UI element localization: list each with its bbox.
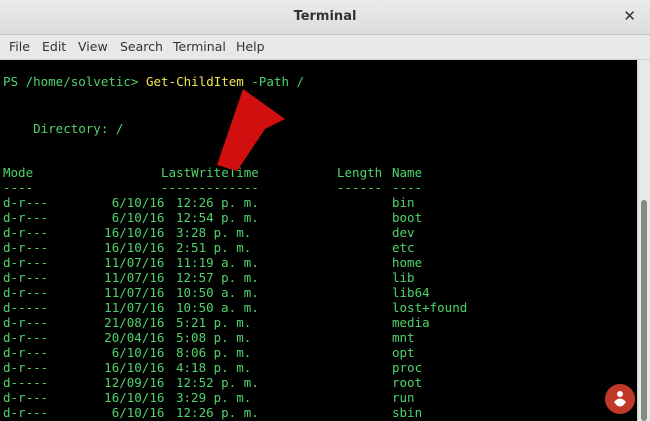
solvetic-logo [605,384,635,414]
row-time: 4:18 p. m. [176,360,252,375]
row-name: boot [392,210,423,225]
row-time: 12:54 p. m. [176,210,259,225]
row-time: 3:29 p. m. [176,390,252,405]
row-time: 10:50 a. m. [176,285,259,300]
row-time: 5:08 p. m. [176,330,252,345]
row-time: 8:06 p. m. [176,345,252,360]
sep-lastwritetime: ------------- [161,180,259,195]
row-mode: d-r--- [3,390,49,405]
row-date: 11/07/16 [104,285,165,300]
row-date: 12/09/16 [104,375,165,390]
command-args: -Path / [243,74,305,89]
row-mode: d-r--- [3,330,49,345]
row-name: etc [392,240,415,255]
sep-length: ------ [337,180,383,195]
row-name: lib [392,270,415,285]
row-name: home [392,255,423,270]
header-length: Length [337,165,383,180]
close-icon[interactable]: ✕ [623,8,636,24]
sep-mode: ---- [3,180,34,195]
terminal-output[interactable]: PS /home/solvetic> Get-ChildItem -Path /… [0,60,638,421]
row-mode: d----- [3,300,49,315]
row-mode: d-r--- [3,285,49,300]
scrollbar[interactable] [637,60,650,421]
menu-help[interactable]: Help [236,39,265,54]
row-date: 6/10/16 [111,345,165,360]
row-date: 6/10/16 [111,405,165,420]
row-time: 2:51 p. m. [176,240,252,255]
row-time: 11:19 a. m. [176,255,259,270]
row-time: 12:26 p. m. [176,195,259,210]
menubar: File Edit View Search Terminal Help [0,35,650,60]
row-date: 21/08/16 [104,315,165,330]
menu-view[interactable]: View [78,39,108,54]
row-mode: d-r--- [3,195,49,210]
row-mode: d-r--- [3,255,49,270]
header-mode: Mode [3,165,34,180]
row-time: 5:21 p. m. [176,315,252,330]
row-date: 6/10/16 [111,195,165,210]
row-name: mnt [392,330,415,345]
row-name: root [392,375,423,390]
terminal-window: Terminal ✕ File Edit View Search Termina… [0,0,650,421]
row-mode: d----- [3,375,49,390]
row-date: 20/04/16 [104,330,165,345]
row-mode: d-r--- [3,270,49,285]
row-time: 12:26 p. m. [176,405,259,420]
row-time: 10:50 a. m. [176,300,259,315]
row-name: lost+found [392,300,468,315]
row-name: opt [392,345,415,360]
window-title: Terminal [293,9,357,24]
menu-search[interactable]: Search [120,39,163,54]
prompt-line: PS /home/solvetic> Get-ChildItem -Path / [3,74,304,89]
row-name: media [392,315,430,330]
row-mode: d-r--- [3,345,49,360]
row-date: 11/07/16 [104,270,165,285]
row-date: 16/10/16 [104,360,165,375]
row-name: dev [392,225,415,240]
row-mode: d-r--- [3,315,49,330]
row-date: 16/10/16 [104,240,165,255]
row-time: 12:57 p. m. [176,270,259,285]
row-date: 11/07/16 [104,255,165,270]
row-date: 16/10/16 [104,390,165,405]
sep-name: ---- [392,180,423,195]
header-name: Name [392,165,423,180]
row-name: bin [392,195,415,210]
row-name: sbin [392,405,423,420]
menu-file[interactable]: File [9,39,30,54]
row-mode: d-r--- [3,240,49,255]
prompt-text: PS /home/solvetic> [3,74,146,89]
row-time: 12:52 p. m. [176,375,259,390]
row-mode: d-r--- [3,225,49,240]
menu-edit[interactable]: Edit [42,39,66,54]
row-mode: d-r--- [3,360,49,375]
row-date: 16/10/16 [104,225,165,240]
titlebar[interactable]: Terminal ✕ [0,0,650,35]
row-time: 3:28 p. m. [176,225,252,240]
row-date: 6/10/16 [111,210,165,225]
row-name: lib64 [392,285,430,300]
row-mode: d-r--- [3,210,49,225]
directory-label: Directory: / [3,121,124,136]
scrollbar-thumb[interactable] [641,200,647,421]
red-arrow-annotation [217,89,285,171]
row-name: proc [392,360,423,375]
command-text: Get-ChildItem [146,74,244,89]
row-mode: d-r--- [3,405,49,420]
row-date: 11/07/16 [104,300,165,315]
menu-terminal[interactable]: Terminal [173,39,226,54]
row-name: run [392,390,415,405]
